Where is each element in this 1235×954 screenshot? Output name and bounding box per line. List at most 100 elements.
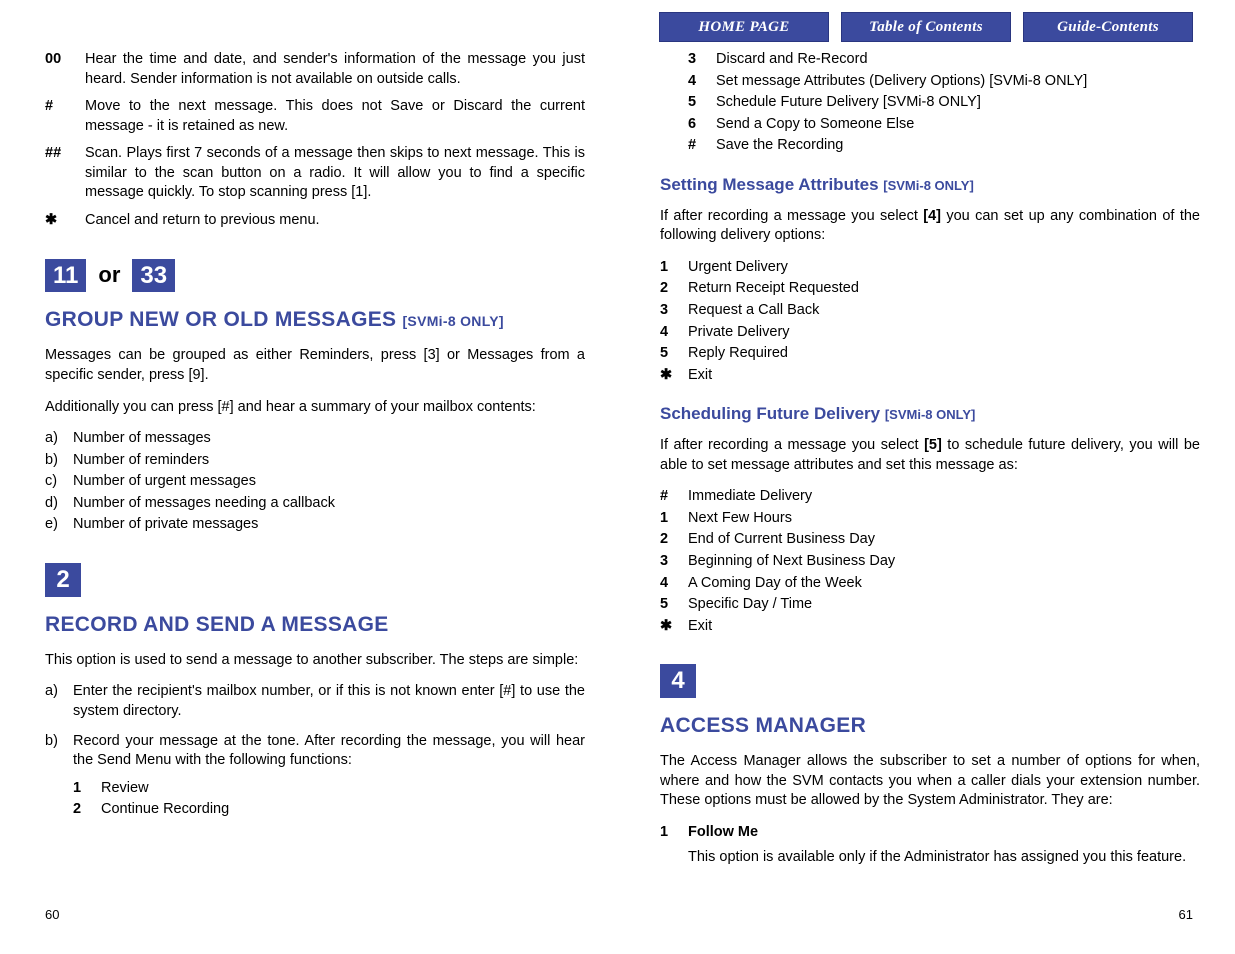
list-marker: 4: [660, 323, 688, 343]
list-text: Number of messages: [73, 429, 585, 449]
table-of-contents-button[interactable]: Table of Contents: [841, 12, 1011, 42]
home-page-button[interactable]: HOME PAGE: [659, 12, 829, 42]
list-marker: b): [45, 732, 73, 771]
heading-group-messages: GROUP NEW OR OLD MESSAGES [SVMi-8 ONLY]: [45, 306, 585, 334]
list-marker: d): [45, 494, 73, 514]
section-number-row: 11 or 33: [45, 259, 585, 293]
list-item: 3Request a Call Back: [660, 301, 1200, 321]
list-item: 1Next Few Hours: [660, 509, 1200, 529]
or-text: or: [98, 260, 120, 290]
list-text: Set message Attributes (Delivery Options…: [716, 72, 1200, 92]
section-number-row: 2: [45, 563, 585, 597]
page-number-right: 61: [1179, 906, 1193, 924]
list-marker: 3: [660, 301, 688, 321]
number-box-11: 11: [45, 259, 86, 293]
key-desc: Hear the time and date, and sender's inf…: [85, 50, 585, 89]
follow-me-item: 1 Follow Me: [660, 823, 1200, 843]
page-number-left: 60: [45, 906, 59, 924]
list-item: e)Number of private messages: [45, 515, 585, 535]
list-marker: 5: [660, 595, 688, 615]
list-item: 4Private Delivery: [660, 323, 1200, 343]
key-code: #: [45, 97, 85, 136]
list-item: 5Schedule Future Delivery [SVMi-8 ONLY]: [688, 93, 1200, 113]
text-bold: [5]: [924, 437, 942, 453]
key-desc: Move to the next message. This does not …: [85, 97, 585, 136]
list-marker: 1: [660, 823, 688, 843]
key-code: ##: [45, 144, 85, 203]
list-text: Reply Required: [688, 344, 1200, 364]
text-part: If after recording a message you select: [660, 437, 924, 453]
key-row: 00 Hear the time and date, and sender's …: [45, 50, 585, 89]
list-item: #Save the Recording: [688, 136, 1200, 156]
list-text: Exit: [688, 366, 1200, 386]
list-item: 4Set message Attributes (Delivery Option…: [688, 72, 1200, 92]
list-item: ✱Exit: [660, 617, 1200, 637]
follow-me-desc: This option is available only if the Adm…: [660, 848, 1200, 868]
heading-main: GROUP NEW OR OLD MESSAGES: [45, 308, 396, 331]
list-text: Specific Day / Time: [688, 595, 1200, 615]
page-left: 00 Hear the time and date, and sender's …: [45, 50, 585, 822]
list-item: 2Return Receipt Requested: [660, 279, 1200, 299]
list-marker: e): [45, 515, 73, 535]
list-item: 2End of Current Business Day: [660, 530, 1200, 550]
list-item: 5Reply Required: [660, 344, 1200, 364]
text-bold: [4]: [923, 208, 941, 224]
list-text: Immediate Delivery: [688, 487, 1200, 507]
body-text: Messages can be grouped as either Remind…: [45, 346, 585, 385]
list-title: Follow Me: [688, 823, 1200, 843]
list-marker: 4: [660, 574, 688, 594]
list-text: Request a Call Back: [688, 301, 1200, 321]
body-text: The Access Manager allows the subscriber…: [660, 752, 1200, 811]
list-marker: 6: [688, 115, 716, 135]
key-row: # Move to the next message. This does no…: [45, 97, 585, 136]
body-text: This option is available only if the Adm…: [688, 848, 1200, 868]
heading-qualifier: [SVMi-8 ONLY]: [402, 313, 503, 329]
list-marker: ✱: [660, 366, 688, 386]
heading-main: Scheduling Future Delivery: [660, 404, 880, 423]
list-marker: 3: [688, 50, 716, 70]
list-text: Review: [101, 779, 585, 799]
list-text: Return Receipt Requested: [688, 279, 1200, 299]
list-marker: 2: [660, 530, 688, 550]
key-row: ✱ Cancel and return to previous menu.: [45, 211, 585, 231]
list-text: Schedule Future Delivery [SVMi-8 ONLY]: [716, 93, 1200, 113]
list-marker: 4: [688, 72, 716, 92]
list-marker: 2: [660, 279, 688, 299]
body-text: Additionally you can press [#] and hear …: [45, 398, 585, 418]
list-marker: 5: [688, 93, 716, 113]
number-box-33: 33: [132, 259, 175, 293]
list-text: End of Current Business Day: [688, 530, 1200, 550]
number-box-4: 4: [660, 664, 696, 698]
body-text: This option is used to send a message to…: [45, 651, 585, 671]
list-marker: #: [660, 487, 688, 507]
heading-access-manager: ACCESS MANAGER: [660, 712, 1200, 740]
list-marker: 2: [73, 800, 101, 820]
page-right: 3Discard and Re-Record 4Set message Attr…: [660, 50, 1200, 880]
key-code: 00: [45, 50, 85, 89]
list-text: Send a Copy to Someone Else: [716, 115, 1200, 135]
key-desc: Scan. Plays first 7 seconds of a message…: [85, 144, 585, 203]
heading-setting-attrs: Setting Message Attributes [SVMi-8 ONLY]: [660, 174, 1200, 197]
list-text: Urgent Delivery: [688, 258, 1200, 278]
list-item: 3Beginning of Next Business Day: [660, 552, 1200, 572]
list-text: Number of urgent messages: [73, 472, 585, 492]
nav-bar: HOME PAGE Table of Contents Guide-Conten…: [659, 12, 1193, 42]
list-item: 1Review: [73, 779, 585, 799]
heading-qualifier: [SVMi-8 ONLY]: [885, 407, 976, 422]
heading-qualifier: [SVMi-8 ONLY]: [883, 178, 974, 193]
body-text: If after recording a message you select …: [660, 207, 1200, 246]
list-marker: #: [688, 136, 716, 156]
heading-record-send: RECORD AND SEND A MESSAGE: [45, 611, 585, 639]
list-marker: b): [45, 451, 73, 471]
list-marker: a): [45, 682, 73, 721]
heading-scheduling: Scheduling Future Delivery [SVMi-8 ONLY]: [660, 403, 1200, 426]
list-item: b)Record your message at the tone. After…: [45, 732, 585, 771]
heading-main: Setting Message Attributes: [660, 175, 879, 194]
list-item: ✱Exit: [660, 366, 1200, 386]
list-item: c)Number of urgent messages: [45, 472, 585, 492]
list-item: 1Urgent Delivery: [660, 258, 1200, 278]
list-text: Save the Recording: [716, 136, 1200, 156]
list-text: Enter the recipient's mailbox number, or…: [73, 682, 585, 721]
guide-contents-button[interactable]: Guide-Contents: [1023, 12, 1193, 42]
number-box-2: 2: [45, 563, 81, 597]
